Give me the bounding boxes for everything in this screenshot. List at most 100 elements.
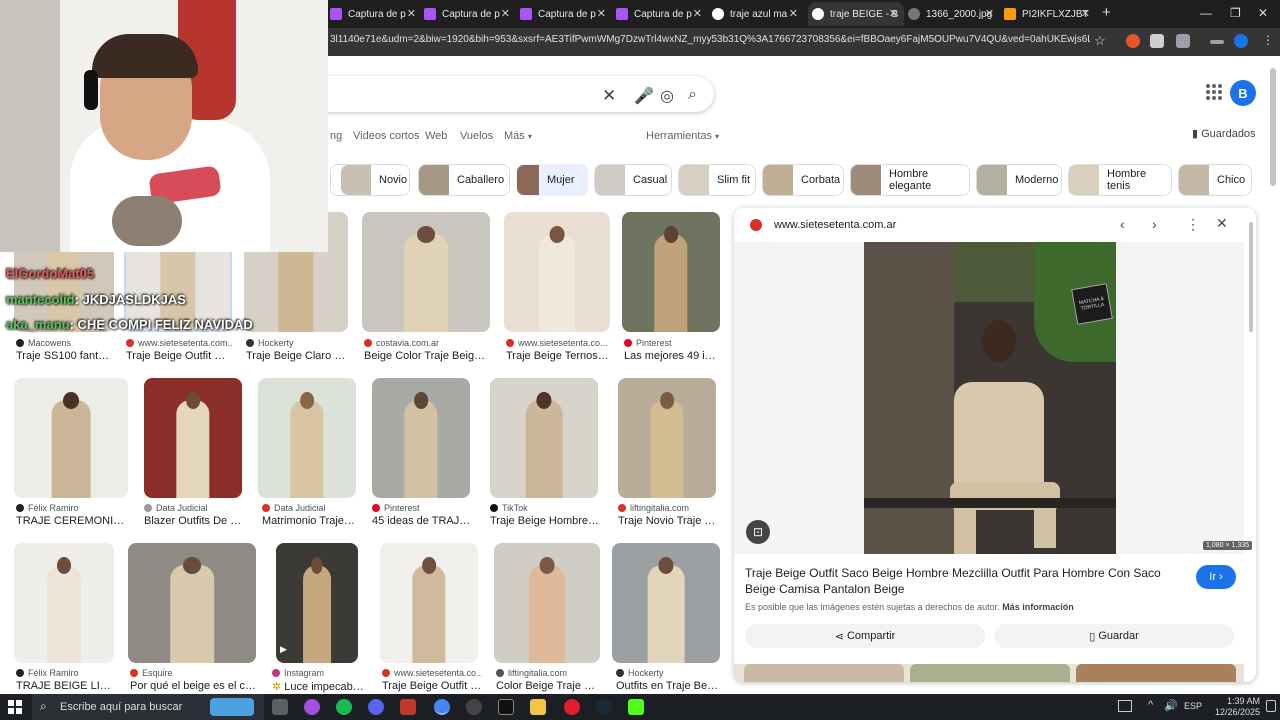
result-image[interactable] (618, 378, 716, 498)
new-tab-button[interactable]: + (1102, 4, 1111, 21)
result-image[interactable] (128, 543, 256, 663)
media-icon[interactable] (1210, 40, 1224, 44)
result-title[interactable]: Traje Novio Traje De... (618, 515, 718, 527)
result-title[interactable]: Color Beige Traje De... (496, 680, 602, 692)
result-title[interactable]: Por qué el beige es el col... (130, 680, 256, 692)
windows-start-icon[interactable] (8, 700, 22, 714)
more-info-link[interactable]: Más información (1002, 602, 1074, 612)
panel-source[interactable]: www.sietesetenta.com.ar (774, 219, 896, 231)
puzzle-icon[interactable] (1176, 34, 1190, 48)
result-image[interactable] (372, 378, 470, 498)
close-icon[interactable]: ✕ (407, 7, 416, 20)
clock[interactable]: 1:39 AM 12/26/2025 (1200, 696, 1260, 718)
close-icon[interactable]: ✕ (597, 7, 606, 20)
result-title[interactable]: Beige Color Traje Beige H... (364, 350, 490, 362)
spotify-icon[interactable] (336, 699, 352, 715)
panel-title[interactable]: Traje Beige Outfit Saco Beige Hombre Mez… (745, 565, 1185, 597)
chip-slim-fit[interactable]: Slim fit (678, 164, 756, 196)
keyboard-icon[interactable] (1118, 700, 1132, 712)
result-title[interactable]: Outfits en Traje Beig... (616, 680, 720, 692)
result-image[interactable] (494, 543, 600, 663)
result-title[interactable]: 45 ideas de TRAJE ... (372, 515, 472, 527)
chip-caballero[interactable]: Caballero (418, 164, 510, 196)
task-view-icon[interactable] (272, 699, 288, 715)
preview-image[interactable]: MATCHA & TORTILLA (864, 242, 1116, 554)
address-bar[interactable]: 3l1140e71e&udm=2&biw=1920&bih=953&sxsrf=… (330, 34, 1090, 50)
chip-chico[interactable]: Chico (1178, 164, 1252, 196)
extension-icon[interactable] (1150, 34, 1164, 48)
result-title[interactable]: Traje Beige Ternos B... (506, 350, 610, 362)
clear-icon[interactable]: ✕ (602, 86, 616, 106)
result-title[interactable]: ✲ Luce impecabl... (272, 680, 364, 693)
close-icon[interactable]: ✕ (1216, 215, 1228, 232)
tab-7[interactable]: 1366_2000.jpg ✕ (908, 2, 1000, 26)
tab-4[interactable]: Captura de p ✕ (616, 2, 708, 26)
profile-icon[interactable] (1234, 34, 1248, 48)
result-image[interactable]: ▶ (276, 543, 358, 663)
chrome-icon[interactable] (434, 699, 450, 715)
result-title[interactable]: Blazer Outfits De Ve... (144, 515, 244, 527)
tab-2[interactable]: Captura de p ✕ (424, 2, 516, 26)
tab-5[interactable]: traje azul ma ✕ (712, 2, 804, 26)
tab-mas[interactable]: Más ▾ (504, 130, 532, 142)
chip-moderno[interactable]: Moderno (976, 164, 1062, 196)
result-image[interactable] (504, 212, 610, 332)
result-title[interactable]: Traje SS100 fantas... (16, 350, 114, 362)
page-scrollbar[interactable] (1270, 68, 1276, 186)
tab-3[interactable]: Captura de p ✕ (520, 2, 612, 26)
chip-casual[interactable]: Casual (594, 164, 672, 196)
tab-web[interactable]: Web (425, 130, 447, 142)
result-title[interactable]: Traje Beige Hombre | T... (490, 515, 600, 527)
more-options-icon[interactable]: ⋮ (1186, 216, 1200, 233)
result-image[interactable] (14, 543, 114, 663)
previous-icon[interactable]: ‹ (1120, 216, 1125, 232)
result-image[interactable] (612, 543, 720, 663)
chip-corbata[interactable]: Corbata (762, 164, 844, 196)
microphone-icon[interactable]: 🎤 (634, 86, 654, 106)
tab-videos-cortos[interactable]: Videos cortos (353, 130, 419, 142)
related-image[interactable] (910, 664, 1070, 682)
extension-icon[interactable] (1126, 34, 1140, 48)
related-image[interactable] (1076, 664, 1236, 682)
close-window-icon[interactable]: ✕ (1258, 6, 1268, 20)
menu-icon[interactable]: ⋮ (1262, 33, 1274, 47)
chip-novio[interactable]: Novio (330, 164, 410, 196)
visit-button[interactable]: Ir › (1196, 565, 1236, 589)
capcut-icon[interactable] (498, 699, 514, 715)
chip-hombre-tenis[interactable]: Hombre tenis (1068, 164, 1172, 196)
tab-6-active[interactable]: traje BEIGE - B ✕ (808, 2, 904, 26)
result-title[interactable]: Traje Beige Outfit S... (382, 680, 482, 692)
result-image[interactable] (362, 212, 490, 332)
chip-hombre-elegante[interactable]: Hombre elegante (850, 164, 970, 196)
result-title[interactable]: Traje Beige Claro co... (246, 350, 350, 362)
result-title[interactable]: Matrimonio Trajes ... (262, 515, 358, 527)
maximize-icon[interactable]: ❐ (1230, 6, 1241, 20)
result-image[interactable] (14, 378, 128, 498)
save-button[interactable]: ▯ Guardar (994, 624, 1234, 648)
taskbar-search[interactable]: ⌕ Escribe aquí para buscar (32, 694, 264, 720)
related-image[interactable] (744, 664, 904, 682)
tab-8[interactable]: PI2IKFLXZJBT ✕ (1004, 2, 1096, 26)
result-image[interactable] (144, 378, 242, 498)
volume-icon[interactable]: 🔊 (1164, 699, 1178, 712)
lens-search-icon[interactable]: ⊡ (746, 520, 770, 544)
close-icon[interactable]: ✕ (985, 7, 994, 20)
tools-button[interactable]: Herramientas ▾ (646, 130, 719, 142)
panel-scrollbar[interactable] (1249, 222, 1253, 332)
result-image[interactable] (490, 378, 598, 498)
result-image[interactable] (258, 378, 356, 498)
tab-1[interactable]: Captura de p ✕ (330, 2, 422, 26)
app-icon[interactable] (400, 699, 416, 715)
close-icon[interactable]: ✕ (693, 7, 702, 20)
close-icon[interactable]: ✕ (789, 7, 798, 20)
tab-imagenes-partial[interactable]: ng (330, 130, 342, 142)
result-image[interactable] (622, 212, 720, 332)
result-title[interactable]: Las mejores 49 ide... (624, 350, 720, 362)
result-title[interactable]: TRAJE CEREMONIA 1... (16, 515, 128, 527)
kick-icon[interactable] (628, 699, 644, 715)
bookmark-star-icon[interactable]: ☆ (1094, 33, 1106, 49)
opera-icon[interactable] (564, 699, 580, 715)
search-icon[interactable]: ⌕ (688, 86, 697, 104)
apps-icon[interactable] (1206, 84, 1222, 100)
avatar[interactable]: B (1230, 80, 1256, 106)
